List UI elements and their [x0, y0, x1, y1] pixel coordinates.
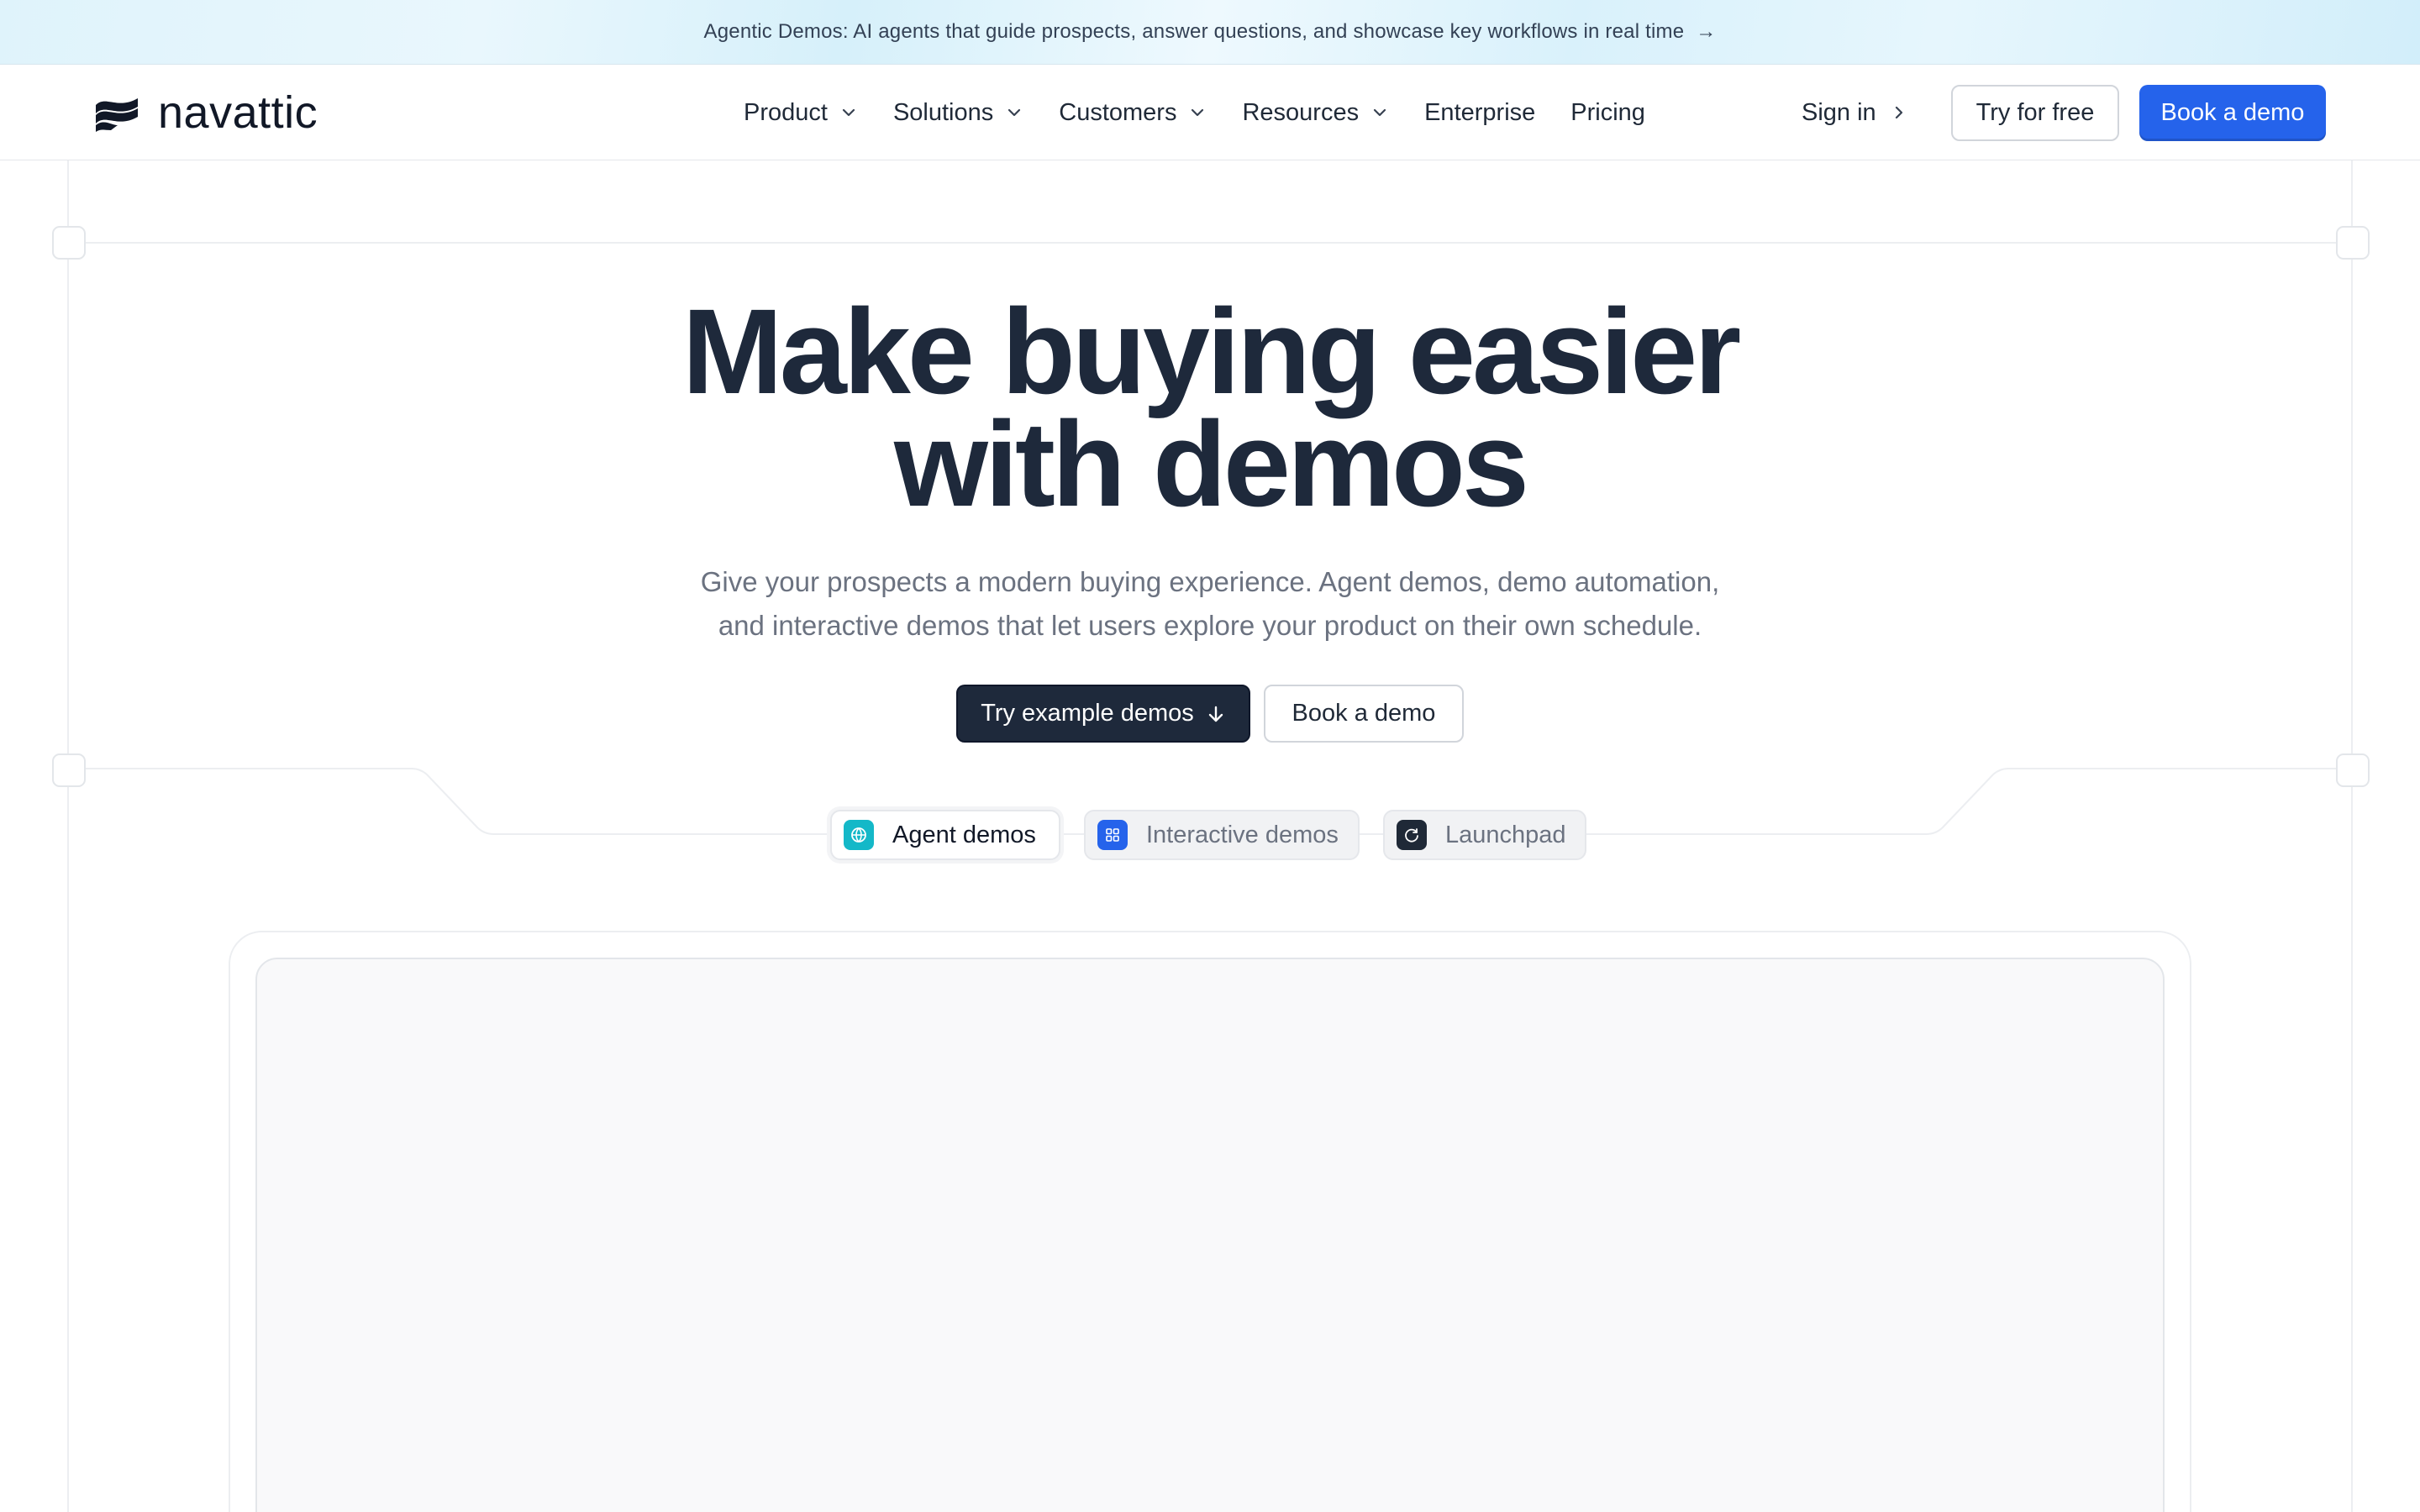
book-demo-button[interactable]: Book a demo	[2139, 85, 2326, 141]
nav-item-solutions[interactable]: Solutions	[893, 99, 1023, 127]
hero-book-demo-button[interactable]: Book a demo	[1264, 685, 1464, 743]
tab-label: Interactive demos	[1146, 821, 1339, 848]
hero-title-line: with demos	[893, 396, 1529, 532]
chevron-down-icon	[1373, 108, 1386, 117]
arrow-down-icon	[1208, 706, 1223, 722]
hero-subtitle: Give your prospects a modern buying expe…	[0, 560, 2420, 648]
try-for-free-button[interactable]: Try for free	[1951, 85, 2119, 141]
brand-name: navattic	[158, 87, 318, 138]
nav-item-product[interactable]: Product	[744, 99, 858, 127]
announcement-text[interactable]: Agentic Demos: AI agents that guide pros…	[704, 20, 1685, 44]
frame-corner	[2336, 226, 2370, 260]
nav-item-label: Pricing	[1570, 98, 1645, 126]
chevron-down-icon	[1008, 108, 1021, 117]
tab-agent-demos[interactable]: Agent demos	[830, 810, 1060, 860]
nav-item-label: Solutions	[892, 98, 994, 126]
chevron-down-icon	[842, 108, 855, 117]
frame-line-top	[84, 242, 2336, 244]
nav-item-customers[interactable]: Customers	[1059, 99, 1207, 127]
sign-in-label: Sign in	[1802, 98, 1876, 126]
chevron-down-icon	[1192, 108, 1204, 117]
hero-subtitle-line: and interactive demos that let users exp…	[718, 610, 1702, 641]
grid-icon	[1097, 820, 1128, 850]
hero-title-line: Make buying easier	[681, 284, 1742, 419]
frame-corner	[52, 226, 86, 260]
hero-subtitle-line: Give your prospects a modern buying expe…	[700, 566, 1720, 597]
nav-item-label: Product	[744, 98, 828, 126]
frame-corner	[52, 753, 86, 787]
tab-interactive-demos[interactable]: Interactive demos	[1084, 810, 1360, 860]
top-nav: navattic Product Solutions Customers Res…	[0, 65, 2420, 160]
refresh-icon	[1397, 820, 1427, 850]
tab-label: Agent demos	[892, 821, 1036, 848]
navattic-wave-logo-icon	[96, 98, 138, 132]
tab-launchpad[interactable]: Launchpad	[1383, 810, 1586, 860]
globe-icon	[844, 820, 874, 850]
announcement-bar[interactable]: Agentic Demos: AI agents that guide pros…	[0, 0, 2420, 65]
brand-logo[interactable]: navattic	[92, 87, 318, 138]
chevron-right-icon	[1895, 106, 1902, 119]
main-menu: Product Solutions Customers Resources En…	[744, 65, 1681, 160]
hero-title: Make buying easier with demos	[0, 284, 2420, 532]
page: Agentic Demos: AI agents that guide pros…	[0, 0, 2420, 1512]
nav-item-pricing[interactable]: Pricing	[1570, 99, 1645, 127]
nav-item-label: Customers	[1059, 98, 1177, 126]
nav-item-resources[interactable]: Resources	[1242, 99, 1389, 127]
arrow-right-icon[interactable]: →	[1696, 20, 1716, 44]
nav-item-enterprise[interactable]: Enterprise	[1424, 99, 1535, 127]
cta-primary-label: Try example demos	[981, 700, 1194, 727]
frame-corner	[2336, 753, 2370, 787]
demo-preview-area[interactable]	[255, 958, 2165, 1512]
nav-item-label: Resources	[1242, 98, 1360, 126]
try-example-demos-button[interactable]: Try example demos	[956, 685, 1250, 743]
sign-in-link[interactable]: Sign in	[1802, 65, 1908, 160]
nav-item-label: Enterprise	[1424, 98, 1536, 126]
tab-label: Launchpad	[1445, 821, 1566, 848]
